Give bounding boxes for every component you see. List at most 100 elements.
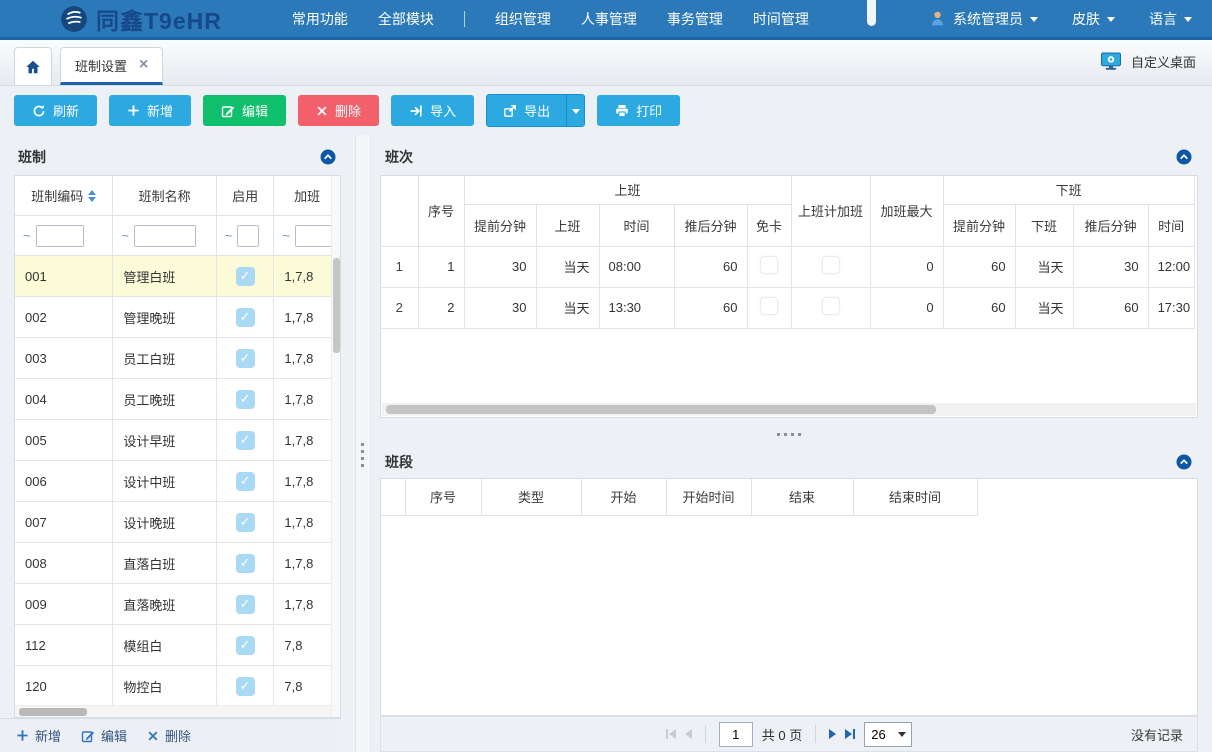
col-overtime-max[interactable]: 加班最大: [870, 176, 943, 246]
skin-menu[interactable]: 皮肤: [1072, 9, 1115, 29]
shift-row[interactable]: 1130当天08:0060060当天3012:00: [381, 246, 1194, 287]
shift-system-row[interactable]: 120物控白7,8: [15, 666, 340, 707]
col-group-on: 上班: [464, 176, 791, 204]
shift-system-row[interactable]: 004员工晚班1,7,8: [15, 379, 340, 420]
export-dropdown-button[interactable]: [566, 95, 584, 126]
shift-system-row[interactable]: 112模组白7,8: [15, 625, 340, 666]
refresh-button[interactable]: 刷新: [14, 95, 97, 126]
last-page-button[interactable]: [845, 729, 855, 739]
col-off-early[interactable]: 提前分钟: [943, 204, 1015, 246]
col-no-card[interactable]: 免卡: [747, 204, 791, 246]
nav-scrollbar-thumb[interactable]: [867, 0, 876, 26]
delete-button[interactable]: 删除: [298, 95, 379, 126]
checkbox-checked-icon[interactable]: [236, 554, 255, 573]
shift-system-row[interactable]: 001管理白班1,7,8: [15, 256, 340, 297]
cell-on_time: 08:00: [599, 246, 674, 287]
col-off-late[interactable]: 推后分钟: [1073, 204, 1148, 246]
checkbox-checked-icon[interactable]: [236, 390, 255, 409]
scrollbar-thumb[interactable]: [19, 708, 87, 716]
checkbox-unchecked-icon[interactable]: [822, 256, 840, 274]
segment-col-2[interactable]: 类型: [481, 479, 581, 515]
export-button[interactable]: 导出: [487, 95, 566, 126]
nav-item-2[interactable]: 全部模块: [378, 9, 434, 29]
footer-edit-link[interactable]: 编辑: [81, 726, 127, 745]
nav-item-4[interactable]: 人事管理: [581, 9, 637, 29]
checkbox-checked-icon[interactable]: [236, 349, 255, 368]
checkbox-checked-icon[interactable]: [236, 513, 255, 532]
checkbox-checked-icon[interactable]: [236, 677, 255, 696]
segment-col-1[interactable]: 序号: [405, 479, 481, 515]
col-off-time[interactable]: 时间: [1148, 204, 1194, 246]
tab-home[interactable]: [14, 47, 52, 85]
scrollbar-thumb[interactable]: [333, 258, 340, 353]
filter-name-input[interactable]: [134, 225, 196, 247]
nav-item-3[interactable]: 组织管理: [495, 9, 551, 29]
horizontal-scrollbar[interactable]: [15, 705, 331, 717]
print-button[interactable]: 打印: [597, 95, 680, 126]
checkbox-checked-icon[interactable]: [236, 472, 255, 491]
shift-system-row[interactable]: 005设计早班1,7,8: [15, 420, 340, 461]
shift-system-row[interactable]: 006设计中班1,7,8: [15, 461, 340, 502]
checkbox-checked-icon[interactable]: [236, 431, 255, 450]
checkbox-unchecked-icon[interactable]: [760, 297, 778, 315]
horizontal-scrollbar[interactable]: [382, 403, 1196, 416]
tab-shift-settings[interactable]: 班制设置 ×: [60, 47, 163, 85]
segment-col-3[interactable]: 开始: [581, 479, 666, 515]
sort-icon[interactable]: [88, 190, 96, 202]
page-size-select[interactable]: 26: [864, 722, 912, 747]
segment-col-6[interactable]: 结束时间: [853, 479, 977, 515]
scrollbar-thumb[interactable]: [386, 405, 936, 414]
filter-code-input[interactable]: [36, 225, 84, 247]
shift-system-row[interactable]: 007设计晚班1,7,8: [15, 502, 340, 543]
shift-system-rows: 001管理白班1,7,8002管理晚班1,7,8003员工白班1,7,8004员…: [15, 256, 340, 707]
nav-item-1[interactable]: 常用功能: [292, 9, 348, 29]
checkbox-unchecked-icon[interactable]: [822, 297, 840, 315]
cell-on_late: 60: [674, 287, 747, 328]
page-number-input[interactable]: [719, 722, 753, 747]
collapse-button[interactable]: [1176, 149, 1192, 165]
footer-add-link[interactable]: 新增: [16, 726, 61, 745]
col-name[interactable]: 班制名称: [113, 176, 216, 215]
shift-system-row[interactable]: 008直落白班1,7,8: [15, 543, 340, 584]
panel-splitter-vertical[interactable]: [355, 135, 371, 752]
checkbox-checked-icon[interactable]: [236, 595, 255, 614]
checkbox-unchecked-icon[interactable]: [760, 256, 778, 274]
shift-system-row[interactable]: 009直落晚班1,7,8: [15, 584, 340, 625]
nav-item-5[interactable]: 事务管理: [667, 9, 723, 29]
first-page-button[interactable]: [666, 729, 676, 739]
panel-splitter-horizontal[interactable]: [380, 429, 1198, 439]
collapse-button[interactable]: [320, 149, 336, 165]
shift-row[interactable]: 2230当天13:3060060当天6017:30: [381, 287, 1194, 328]
add-button[interactable]: 新增: [109, 95, 191, 126]
filter-enabled-input[interactable]: [237, 225, 259, 247]
col-seq[interactable]: 序号: [418, 176, 464, 246]
vertical-scrollbar[interactable]: [331, 176, 340, 717]
segment-col-5[interactable]: 结束: [751, 479, 853, 515]
col-on-late[interactable]: 推后分钟: [674, 204, 747, 246]
segment-col-4[interactable]: 开始时间: [666, 479, 751, 515]
checkbox-checked-icon[interactable]: [236, 636, 255, 655]
nav-item-6[interactable]: 时间管理: [753, 9, 809, 29]
col-on-overtime[interactable]: 上班计加班: [791, 176, 870, 246]
checkbox-checked-icon[interactable]: [236, 308, 255, 327]
col-on-time[interactable]: 时间: [599, 204, 674, 246]
language-menu[interactable]: 语言: [1149, 9, 1192, 29]
footer-delete-link[interactable]: 删除: [147, 726, 191, 745]
custom-desktop-button[interactable]: 自定义桌面: [1100, 52, 1196, 71]
next-page-button[interactable]: [829, 729, 836, 739]
edit-button[interactable]: 编辑: [203, 95, 286, 126]
col-enabled[interactable]: 启用: [217, 176, 275, 215]
user-menu[interactable]: 系统管理员: [929, 9, 1038, 29]
close-icon[interactable]: ×: [139, 57, 148, 73]
col-on-day[interactable]: 上班: [536, 204, 599, 246]
col-code[interactable]: 班制编码: [15, 176, 113, 215]
collapse-button[interactable]: [1176, 454, 1192, 470]
shift-system-row[interactable]: 002管理晚班1,7,8: [15, 297, 340, 338]
import-button[interactable]: 导入: [391, 95, 474, 126]
checkbox-checked-icon[interactable]: [236, 267, 255, 286]
prev-page-button[interactable]: [685, 729, 692, 739]
col-off-day[interactable]: 下班: [1015, 204, 1073, 246]
col-on-early[interactable]: 提前分钟: [464, 204, 536, 246]
filter-overtime-input[interactable]: [295, 225, 335, 247]
shift-system-row[interactable]: 003员工白班1,7,8: [15, 338, 340, 379]
